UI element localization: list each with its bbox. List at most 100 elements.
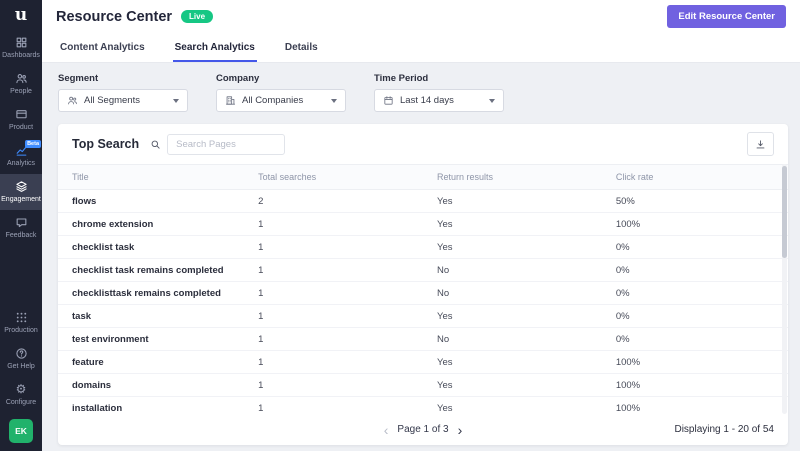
sidebar-item-analytics[interactable]: Beta Analytics bbox=[0, 138, 42, 174]
edit-resource-center-button[interactable]: Edit Resource Center bbox=[667, 5, 786, 28]
sidebar-label: Feedback bbox=[6, 232, 37, 239]
cell-total-searches: 1 bbox=[244, 213, 423, 236]
table-row: checklist task1Yes0% bbox=[58, 236, 788, 259]
dashboards-icon bbox=[15, 36, 28, 49]
segment-filter-label: Segment bbox=[58, 73, 188, 84]
sidebar-label: Production bbox=[4, 327, 37, 334]
sidebar-label: Get Help bbox=[7, 363, 35, 370]
search-table: Title Total searches Return results Clic… bbox=[58, 164, 788, 414]
cell-return-results: No bbox=[423, 259, 602, 282]
cell-total-searches: 1 bbox=[244, 374, 423, 397]
prev-page-chevron-icon[interactable]: ‹ bbox=[384, 425, 389, 435]
cell-total-searches: 1 bbox=[244, 328, 423, 351]
live-status-badge: Live bbox=[181, 10, 213, 23]
user-avatar[interactable]: EK bbox=[9, 419, 33, 443]
segment-dropdown[interactable]: All Segments bbox=[58, 89, 188, 112]
cell-return-results: Yes bbox=[423, 351, 602, 374]
sidebar-item-product[interactable]: Product bbox=[0, 102, 42, 138]
app-logo[interactable]: u bbox=[0, 0, 42, 30]
scrollbar-track bbox=[782, 164, 787, 414]
sidebar-item-dashboards[interactable]: Dashboards bbox=[0, 30, 42, 66]
sidebar-item-feedback[interactable]: Feedback bbox=[0, 210, 42, 246]
table-row: checklisttask remains completed1No0% bbox=[58, 282, 788, 305]
column-header-total-searches: Total searches bbox=[244, 165, 423, 190]
table-row: flows2Yes50% bbox=[58, 190, 788, 213]
production-icon bbox=[15, 311, 28, 324]
sidebar-item-production[interactable]: Production bbox=[0, 305, 42, 341]
product-icon bbox=[15, 108, 28, 121]
cell-title: checklisttask remains completed bbox=[58, 282, 244, 305]
calendar-icon bbox=[383, 95, 394, 106]
scrollbar-thumb[interactable] bbox=[782, 166, 787, 258]
sidebar-item-get-help[interactable]: Get Help bbox=[0, 341, 42, 377]
company-dropdown-value: All Companies bbox=[242, 95, 303, 106]
table-row: chrome extension1Yes100% bbox=[58, 213, 788, 236]
cell-return-results: No bbox=[423, 328, 602, 351]
page-title: Resource Center bbox=[56, 9, 172, 25]
card-header: Top Search bbox=[58, 124, 788, 164]
displaying-count: Displaying 1 - 20 of 54 bbox=[674, 424, 774, 435]
table-row: test environment1No0% bbox=[58, 328, 788, 351]
table-row: installation1Yes100% bbox=[58, 397, 788, 415]
content-area: Segment All Segments Company All Compani… bbox=[42, 63, 800, 451]
sidebar-item-people[interactable]: People bbox=[0, 66, 42, 102]
chevron-down-icon bbox=[173, 99, 179, 103]
download-icon bbox=[755, 139, 766, 150]
cell-click-rate: 100% bbox=[602, 213, 788, 236]
table-row: task1Yes0% bbox=[58, 305, 788, 328]
cell-title: feature bbox=[58, 351, 244, 374]
segment-dropdown-value: All Segments bbox=[84, 95, 140, 106]
search-table-wrap: Title Total searches Return results Clic… bbox=[58, 164, 788, 414]
gear-icon: ⚙ bbox=[16, 383, 27, 396]
table-header-row: Title Total searches Return results Clic… bbox=[58, 165, 788, 190]
sidebar-item-engagement[interactable]: Engagement bbox=[0, 174, 42, 210]
company-dropdown[interactable]: All Companies bbox=[216, 89, 346, 112]
sidebar: u Dashboards People Product Beta Analyti… bbox=[0, 0, 42, 451]
search-box bbox=[150, 134, 285, 155]
cell-click-rate: 0% bbox=[602, 305, 788, 328]
cell-total-searches: 1 bbox=[244, 282, 423, 305]
time-period-filter-group: Time Period Last 14 days bbox=[374, 73, 504, 112]
card-footer: ‹ Page 1 of 3 › Displaying 1 - 20 of 54 bbox=[58, 414, 788, 445]
card-title: Top Search bbox=[72, 137, 139, 151]
cell-title: domains bbox=[58, 374, 244, 397]
tab-search-analytics[interactable]: Search Analytics bbox=[173, 33, 257, 62]
cell-total-searches: 1 bbox=[244, 351, 423, 374]
beta-badge: Beta bbox=[25, 140, 41, 148]
sidebar-item-configure[interactable]: ⚙ Configure bbox=[0, 377, 42, 413]
people-icon bbox=[15, 72, 28, 85]
column-header-click-rate: Click rate bbox=[602, 165, 788, 190]
cell-title: checklist task remains completed bbox=[58, 259, 244, 282]
time-period-dropdown[interactable]: Last 14 days bbox=[374, 89, 504, 112]
cell-title: checklist task bbox=[58, 236, 244, 259]
cell-click-rate: 100% bbox=[602, 374, 788, 397]
top-search-card: Top Search Title bbox=[58, 124, 788, 445]
cell-total-searches: 1 bbox=[244, 236, 423, 259]
tab-details[interactable]: Details bbox=[283, 33, 320, 62]
cell-return-results: Yes bbox=[423, 305, 602, 328]
cell-return-results: Yes bbox=[423, 374, 602, 397]
company-icon bbox=[225, 95, 236, 106]
engagement-icon bbox=[15, 180, 28, 193]
table-row: domains1Yes100% bbox=[58, 374, 788, 397]
search-table-body: flows2Yes50%chrome extension1Yes100%chec… bbox=[58, 190, 788, 415]
next-page-chevron-icon[interactable]: › bbox=[458, 425, 463, 435]
cell-click-rate: 0% bbox=[602, 259, 788, 282]
cell-click-rate: 100% bbox=[602, 397, 788, 415]
topbar: Resource Center Live Edit Resource Cente… bbox=[42, 0, 800, 33]
sidebar-label: People bbox=[10, 88, 32, 95]
sidebar-label: Engagement bbox=[1, 196, 41, 203]
tab-content-analytics[interactable]: Content Analytics bbox=[58, 33, 147, 62]
time-period-filter-label: Time Period bbox=[374, 73, 504, 84]
cell-title: installation bbox=[58, 397, 244, 415]
help-icon bbox=[15, 347, 28, 360]
sidebar-label: Product bbox=[9, 124, 33, 131]
download-button[interactable] bbox=[747, 132, 774, 156]
cell-total-searches: 1 bbox=[244, 397, 423, 415]
company-filter-label: Company bbox=[216, 73, 346, 84]
cell-total-searches: 2 bbox=[244, 190, 423, 213]
cell-title: flows bbox=[58, 190, 244, 213]
cell-return-results: No bbox=[423, 282, 602, 305]
search-input[interactable] bbox=[167, 134, 285, 155]
cell-click-rate: 0% bbox=[602, 282, 788, 305]
